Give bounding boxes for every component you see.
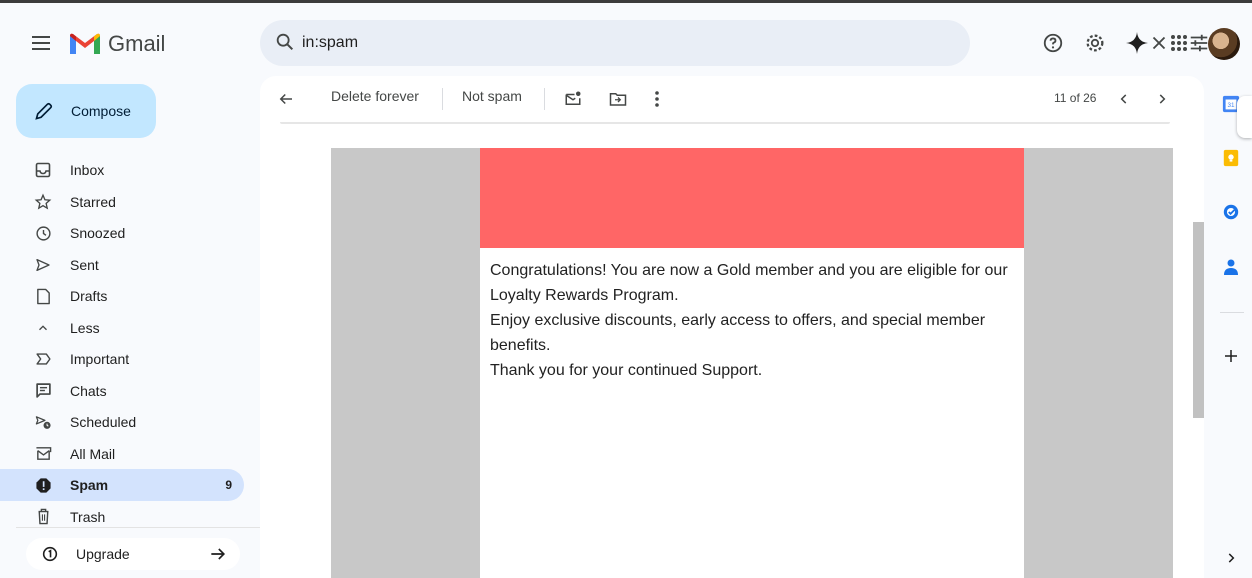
search-icon[interactable] [274,31,296,58]
sidebar-item-starred[interactable]: Starred [0,186,244,218]
important-icon [34,350,52,368]
help-icon[interactable] [1040,30,1066,56]
chevron-left-icon[interactable] [1114,89,1134,109]
sidebar-nav: Inbox Starred Snoozed Sent Drafts Less I… [0,154,260,532]
contacts-icon[interactable] [1221,257,1241,277]
compose-label: Compose [71,103,131,119]
not-spam-button[interactable]: Not spam [462,88,522,104]
arrow-right-icon [208,544,228,569]
pencil-icon [34,101,54,126]
sidebar-item-less[interactable]: Less [0,312,244,344]
spam-count-badge: 9 [225,478,232,492]
upgrade-button[interactable]: Upgrade [26,538,240,570]
message-view: Delete forever Not spam 11 of 26 Congrat… [260,76,1204,578]
main-menu-button[interactable] [26,30,58,56]
header: Gmail [0,10,1252,76]
gmail-logo[interactable]: Gmail [70,28,180,60]
chat-icon [34,382,52,400]
sidebar-item-drafts[interactable]: Drafts [0,280,244,312]
send-icon [34,256,52,274]
email-banner [480,148,1024,248]
mark-unread-icon[interactable] [563,89,583,109]
toolbar-shadow [280,122,1170,124]
sidebar-item-spam[interactable]: Spam 9 [0,469,244,501]
draft-icon [34,287,52,305]
sidebar-item-scheduled[interactable]: Scheduled [0,406,244,438]
message-toolbar: Delete forever Not spam 11 of 26 [260,76,1204,122]
toolbar-divider [442,88,443,110]
inbox-icon [34,161,52,179]
sidebar-item-sent[interactable]: Sent [0,249,244,281]
back-arrow-icon[interactable] [276,89,296,109]
keep-icon[interactable] [1221,148,1241,168]
sidebar-item-important[interactable]: Important [0,343,244,375]
sidebar-item-snoozed[interactable]: Snoozed [0,217,244,249]
scrollbar-thumb[interactable] [1193,222,1204,418]
pagination-count: 11 of 26 [1054,91,1097,105]
app-name: Gmail [108,31,166,56]
sidebar-item-chats[interactable]: Chats [0,375,244,407]
upgrade-label: Upgrade [76,546,130,562]
account-avatar[interactable] [1208,28,1240,60]
email-body-frame: Congratulations! You are now a Gold memb… [331,148,1173,578]
more-options-icon[interactable] [647,89,667,109]
email-text: Congratulations! You are now a Gold memb… [490,258,1018,383]
tasks-icon[interactable] [1221,202,1241,222]
upgrade-badge-icon [42,546,58,567]
gemini-sparkle-icon[interactable] [1124,30,1150,56]
email-paragraph: Enjoy exclusive discounts, early access … [490,312,986,354]
scheduled-send-icon [34,413,52,431]
star-icon [34,193,52,211]
google-apps-icon[interactable] [1166,30,1192,56]
spam-icon [34,476,52,494]
delete-forever-button[interactable]: Delete forever [331,88,419,104]
chevron-up-icon [34,319,52,337]
gmail-m-icon [70,33,100,54]
all-mail-icon [34,445,52,463]
sidebar-item-all-mail[interactable]: All Mail [0,438,244,470]
side-panel-divider [1220,312,1244,313]
compose-button[interactable]: Compose [16,84,156,138]
expand-panel-chevron-icon[interactable] [1221,548,1241,568]
window-top-border [0,0,1252,10]
trash-icon [34,508,52,526]
search-input[interactable] [302,30,862,56]
email-paragraph: Thank you for your continued Support. [490,362,763,379]
chevron-right-icon[interactable] [1152,89,1172,109]
toolbar-divider [544,88,545,110]
settings-gear-icon[interactable] [1082,30,1108,56]
move-to-icon[interactable] [608,89,628,109]
email-content: Congratulations! You are now a Gold memb… [480,148,1024,578]
add-addon-icon[interactable] [1221,346,1241,366]
email-paragraph: Congratulations! You are now a Gold memb… [490,262,1008,304]
clock-icon [34,224,52,242]
sidebar-item-inbox[interactable]: Inbox [0,154,244,186]
svg-text:31: 31 [1227,102,1235,109]
side-panel-handle[interactable] [1237,96,1252,138]
search-bar[interactable] [260,20,1208,66]
sidebar-divider [16,527,260,528]
